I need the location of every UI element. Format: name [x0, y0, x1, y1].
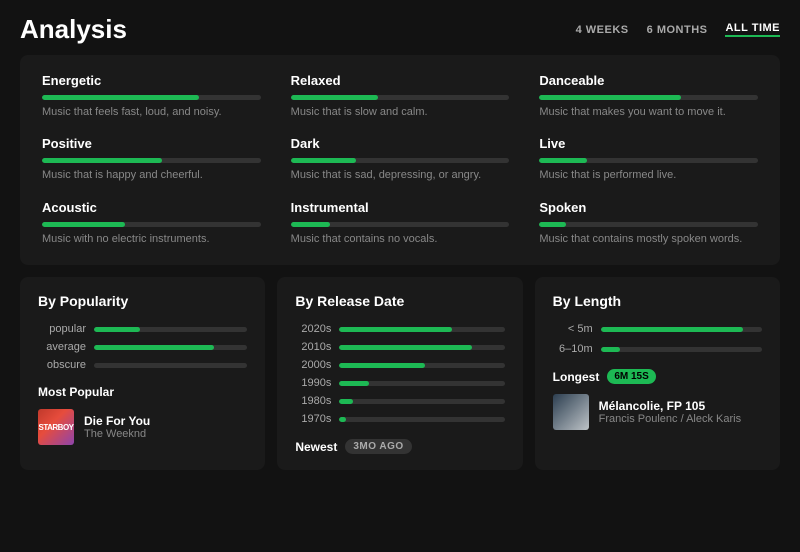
longest-section-label: Longest 6M 15S: [553, 369, 762, 384]
attribute-energetic: Energetic Music that feels fast, loud, a…: [42, 73, 261, 120]
attributes-card: Energetic Music that feels fast, loud, a…: [20, 55, 780, 265]
length-row-under5m: < 5m: [553, 323, 762, 335]
longest-track-info: Mélancolie, FP 105 Francis Poulenc / Ale…: [599, 399, 741, 425]
main-content: Energetic Music that feels fast, loud, a…: [0, 55, 800, 480]
1990s-bar-fill: [339, 381, 369, 386]
attribute-relaxed: Relaxed Music that is slow and calm.: [291, 73, 510, 120]
attribute-danceable: Danceable Music that makes you want to m…: [539, 73, 758, 120]
under5m-bar-fill: [601, 327, 743, 332]
relaxed-bar-fill: [291, 95, 378, 100]
live-bar-fill: [539, 158, 587, 163]
header: Analysis 4 WEEKS 6 MONTHS ALL TIME: [0, 0, 800, 55]
2020s-bar-fill: [339, 327, 451, 332]
track-info: Die For You The Weeknd: [84, 414, 150, 440]
average-bar-track: [94, 345, 247, 350]
release-row-1970s: 1970s: [295, 413, 504, 425]
filter-6months[interactable]: 6 MONTHS: [647, 24, 708, 36]
energetic-bar-fill: [42, 95, 199, 100]
longest-track: Mélancolie, FP 105 Francis Poulenc / Ale…: [553, 394, 762, 430]
1970s-bar-track: [339, 417, 504, 422]
attribute-live: Live Music that is performed live.: [539, 136, 758, 183]
pop-row-average: average: [38, 341, 247, 353]
1980s-bar-track: [339, 399, 504, 404]
6to10m-bar-fill: [601, 347, 620, 352]
time-filters: 4 WEEKS 6 MONTHS ALL TIME: [576, 22, 780, 37]
live-bar-track: [539, 158, 758, 163]
attribute-instrumental: Instrumental Music that contains no voca…: [291, 200, 510, 247]
page-title: Analysis: [20, 14, 127, 45]
relaxed-bar-track: [291, 95, 510, 100]
acoustic-bar-track: [42, 222, 261, 227]
attribute-dark: Dark Music that is sad, depressing, or a…: [291, 136, 510, 183]
popular-bar-fill: [94, 327, 140, 332]
dark-bar-track: [291, 158, 510, 163]
2000s-bar-track: [339, 363, 504, 368]
acoustic-bar-fill: [42, 222, 125, 227]
pop-row-popular: popular: [38, 323, 247, 335]
instrumental-bar-track: [291, 222, 510, 227]
1980s-bar-fill: [339, 399, 352, 404]
2010s-bar-track: [339, 345, 504, 350]
popularity-card: By Popularity popular average obscure Mo…: [20, 277, 265, 470]
filter-4weeks[interactable]: 4 WEEKS: [576, 24, 629, 36]
danceable-bar-track: [539, 95, 758, 100]
under5m-bar-track: [601, 327, 762, 332]
release-row-2020s: 2020s: [295, 323, 504, 335]
2020s-bar-track: [339, 327, 504, 332]
instrumental-bar-fill: [291, 222, 330, 227]
most-popular-track: STARBOY Die For You The Weeknd: [38, 409, 247, 445]
release-row-2010s: 2010s: [295, 341, 504, 353]
longest-track-thumbnail: [553, 394, 589, 430]
1970s-bar-fill: [339, 417, 346, 422]
6to10m-bar-track: [601, 347, 762, 352]
2000s-bar-fill: [339, 363, 425, 368]
2010s-bar-fill: [339, 345, 471, 350]
release-row-1990s: 1990s: [295, 377, 504, 389]
filter-alltime[interactable]: ALL TIME: [725, 22, 780, 37]
newest-row: Newest 3MO AGO: [295, 439, 504, 454]
attribute-spoken: Spoken Music that contains mostly spoken…: [539, 200, 758, 247]
energetic-bar-track: [42, 95, 261, 100]
length-row-6to10m: 6–10m: [553, 343, 762, 355]
popular-bar-track: [94, 327, 247, 332]
length-card: By Length < 5m 6–10m Longest 6M 15S: [535, 277, 780, 470]
danceable-bar-fill: [539, 95, 681, 100]
spoken-bar-track: [539, 222, 758, 227]
attribute-positive: Positive Music that is happy and cheerfu…: [42, 136, 261, 183]
dark-bar-fill: [291, 158, 357, 163]
release-row-1980s: 1980s: [295, 395, 504, 407]
release-row-2000s: 2000s: [295, 359, 504, 371]
longest-badge: 6M 15S: [607, 369, 655, 384]
attributes-grid: Energetic Music that feels fast, loud, a…: [42, 73, 758, 247]
release-date-card: By Release Date 2020s 2010s 2000s: [277, 277, 522, 470]
average-bar-fill: [94, 345, 214, 350]
bottom-row: By Popularity popular average obscure Mo…: [20, 277, 780, 470]
attribute-acoustic: Acoustic Music with no electric instrume…: [42, 200, 261, 247]
newest-badge: 3MO AGO: [345, 439, 411, 454]
positive-bar-fill: [42, 158, 162, 163]
track-thumbnail: STARBOY: [38, 409, 74, 445]
pop-row-obscure: obscure: [38, 359, 247, 371]
spoken-bar-fill: [539, 222, 565, 227]
most-popular-label: Most Popular: [38, 385, 247, 399]
positive-bar-track: [42, 158, 261, 163]
1990s-bar-track: [339, 381, 504, 386]
obscure-bar-track: [94, 363, 247, 368]
